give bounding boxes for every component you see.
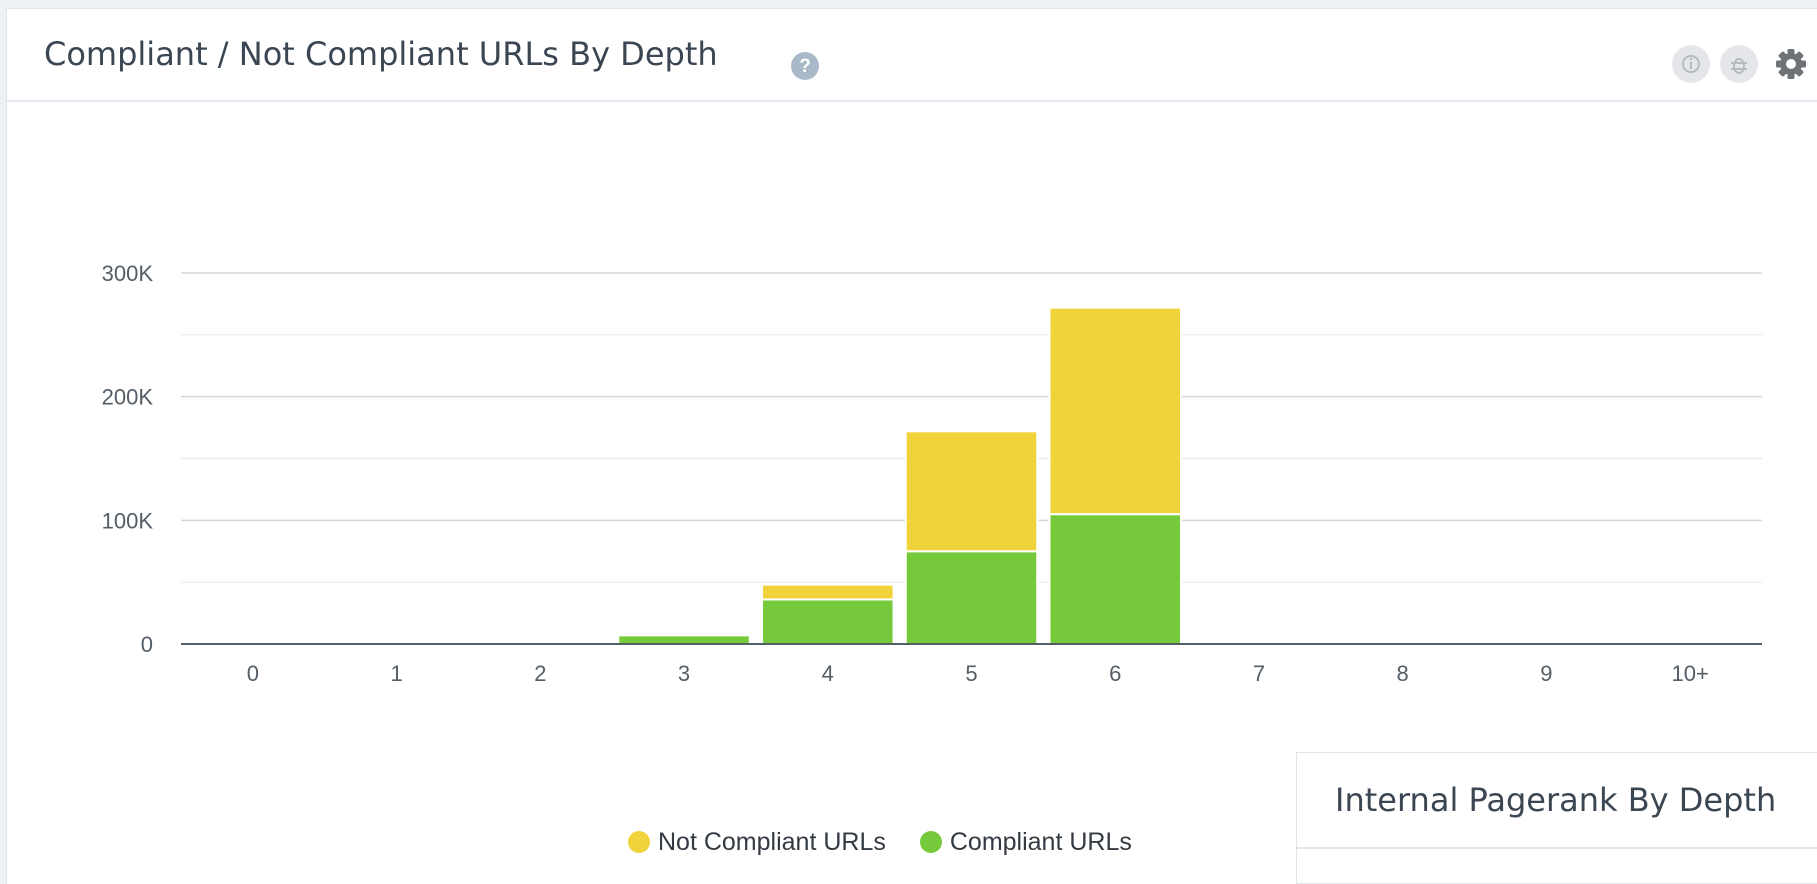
bar-not-compliant — [761, 583, 895, 601]
bar-not-compliant — [1048, 306, 1182, 516]
bars — [617, 306, 1182, 646]
legend-item-compliant[interactable]: Compliant URLs — [919, 827, 1132, 857]
y-tick-label: 100K — [102, 508, 154, 533]
legend-label-not-compliant: Not Compliant URLs — [658, 827, 886, 856]
chart-legend: Not Compliant URLs Compliant URLs — [628, 822, 1166, 862]
x-tick-label: 1 — [390, 661, 402, 686]
x-tick-label: 8 — [1397, 661, 1409, 686]
x-tick-label: 6 — [1109, 661, 1121, 686]
y-tick-label: 0 — [141, 632, 153, 657]
bar-compliant — [761, 598, 895, 645]
y-tick-label: 300K — [102, 261, 154, 286]
pagerank-panel-title: Internal Pagerank By Depth — [1335, 781, 1777, 819]
legend-item-not-compliant[interactable]: Not Compliant URLs — [628, 828, 886, 857]
x-tick-label: 2 — [534, 661, 546, 686]
bar-compliant — [1048, 513, 1182, 646]
x-tick-label: 9 — [1540, 661, 1552, 686]
x-tick-label: 4 — [822, 661, 834, 686]
legend-marker-not-compliant — [628, 831, 650, 853]
y-tick-label: 200K — [102, 385, 154, 410]
x-tick-label: 3 — [678, 661, 690, 686]
bar-compliant — [617, 634, 751, 645]
x-tick-label: 0 — [247, 661, 259, 686]
pagerank-panel-header: Internal Pagerank By Depth — [1297, 753, 1817, 849]
legend-label-compliant: Compliant URLs — [949, 827, 1132, 856]
bar-compliant — [904, 550, 1039, 645]
x-tick-label: 5 — [965, 661, 977, 686]
x-tick-label: 7 — [1253, 661, 1265, 686]
bar-not-compliant — [904, 430, 1039, 553]
x-tick-label: 10+ — [1671, 661, 1708, 686]
pagerank-panel: Internal Pagerank By Depth — [1296, 752, 1817, 884]
legend-marker-compliant — [919, 831, 942, 853]
